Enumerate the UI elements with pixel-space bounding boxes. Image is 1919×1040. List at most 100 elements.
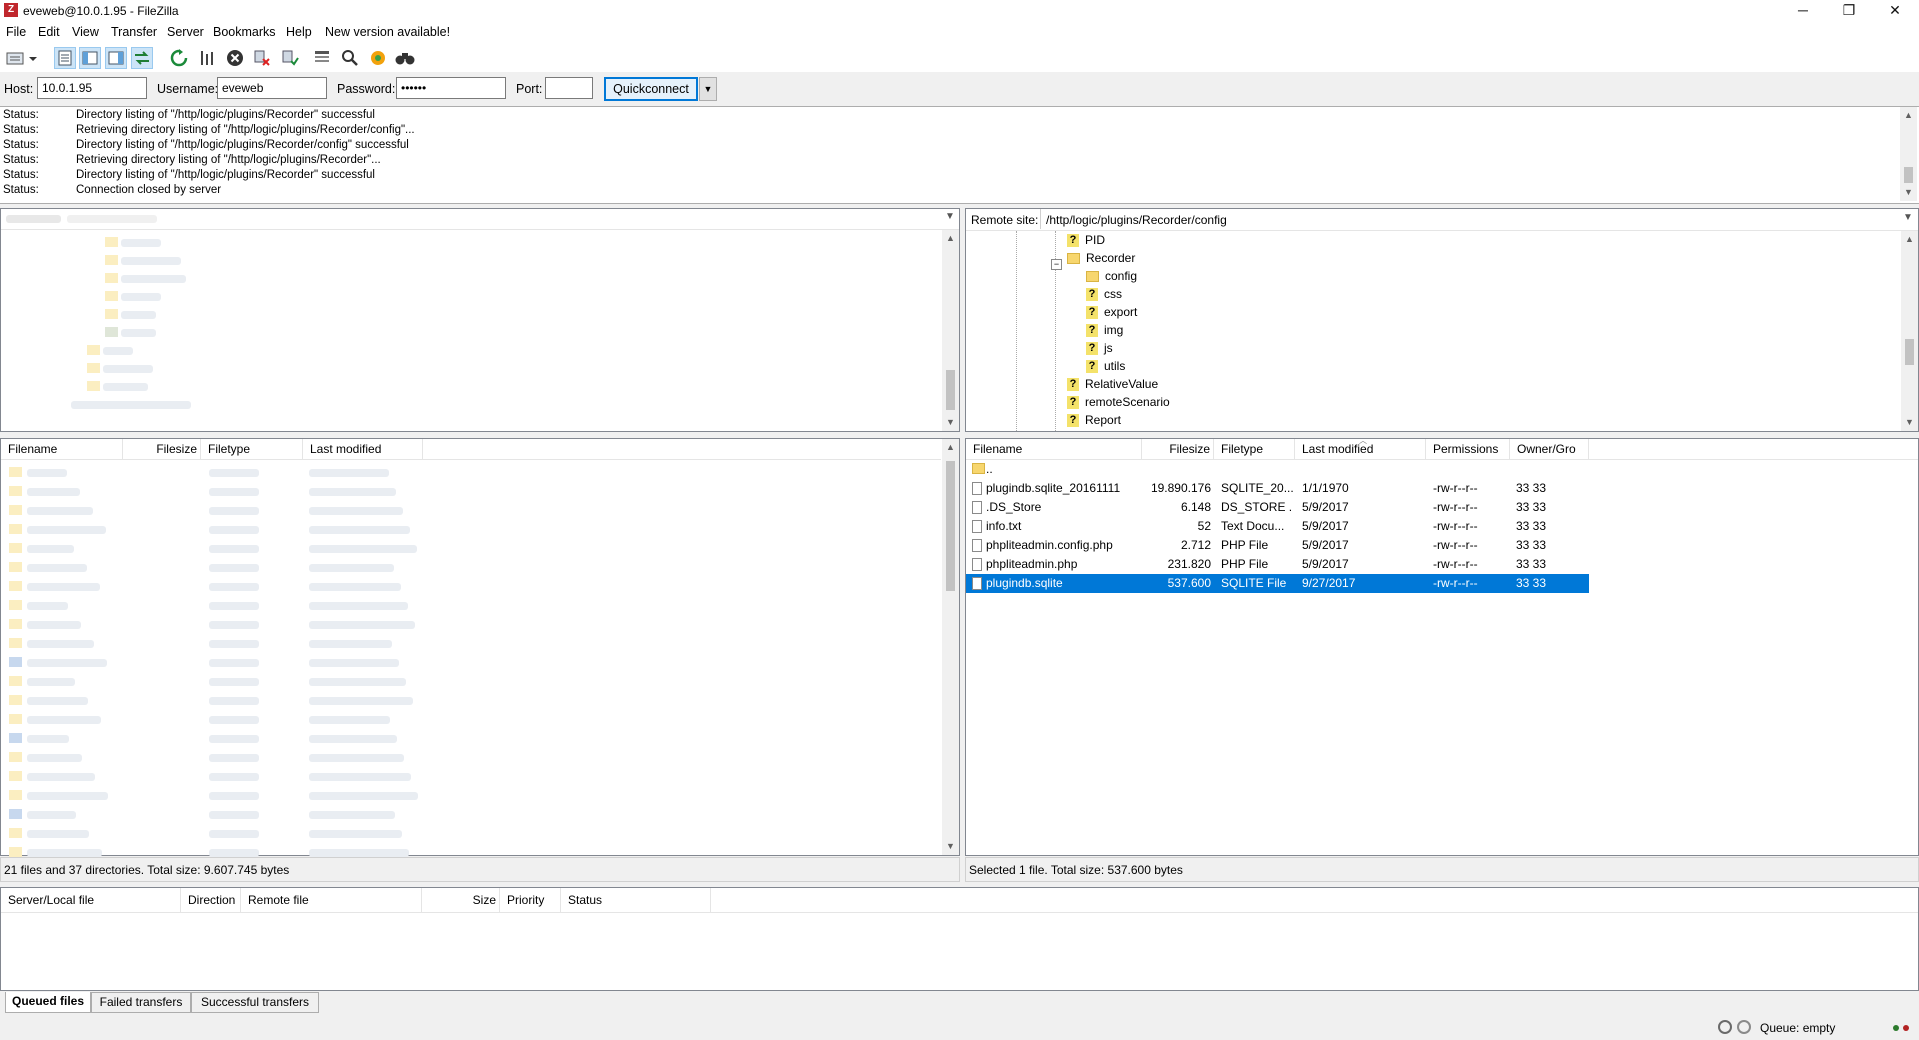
column-header-remote-file[interactable]: Remote file bbox=[241, 888, 422, 912]
port-input[interactable] bbox=[545, 77, 593, 99]
tree-item[interactable]: ? Report bbox=[1067, 411, 1121, 430]
menu-help[interactable]: Help bbox=[286, 25, 312, 39]
host-input[interactable] bbox=[37, 77, 147, 99]
file-row[interactable]: .. bbox=[966, 460, 1589, 479]
column-header-size[interactable]: Size bbox=[422, 888, 500, 912]
menu-edit[interactable]: Edit bbox=[38, 25, 60, 39]
menu-new-version[interactable]: New version available! bbox=[325, 25, 450, 39]
scroll-up-icon[interactable]: ▲ bbox=[942, 230, 959, 247]
column-header-filename[interactable]: Filename bbox=[1, 439, 123, 459]
tab-successful-transfers[interactable]: Successful transfers bbox=[191, 992, 319, 1013]
column-header-status[interactable]: Status bbox=[561, 888, 711, 912]
blurred-text bbox=[27, 792, 108, 800]
column-header-priority[interactable]: Priority bbox=[500, 888, 561, 912]
file-perms: -rw-r--r-- bbox=[1433, 538, 1478, 552]
chevron-down-icon[interactable]: ▼ bbox=[1903, 212, 1913, 223]
toggle-remote-tree-icon[interactable] bbox=[105, 47, 127, 69]
column-header-last-modified[interactable]: Last modified bbox=[303, 439, 423, 459]
tree-item[interactable]: ? utils bbox=[1086, 357, 1125, 376]
file-row[interactable]: phpliteadmin.php 231.820 PHP File 5/9/2017 -… bbox=[966, 555, 1589, 574]
remote-tree-scrollbar[interactable]: ▲ ▼ bbox=[1901, 231, 1918, 431]
scroll-down-icon[interactable]: ▼ bbox=[942, 414, 959, 431]
password-input[interactable] bbox=[396, 77, 506, 99]
local-file-scrollbar[interactable]: ▲ ▼ bbox=[942, 439, 959, 855]
remote-tree-pane[interactable]: Remote site: /http/logic/plugins/Recorde… bbox=[965, 208, 1919, 432]
local-tree-pane[interactable]: ▼ ▲ ▼ bbox=[0, 208, 960, 432]
restore-button[interactable]: ❐ bbox=[1826, 0, 1872, 22]
file-row[interactable]: .DS_Store 6.148 DS_STORE ... 5/9/2017 -rw-r-… bbox=[966, 498, 1589, 517]
search-icon[interactable] bbox=[339, 47, 361, 69]
file-row[interactable]: plugindb.sqlite 537.600 SQLITE File 9/27/20… bbox=[966, 574, 1589, 593]
tree-item[interactable]: ? PID bbox=[1067, 231, 1105, 250]
scroll-down-icon[interactable]: ▼ bbox=[1901, 414, 1918, 431]
tree-item[interactable]: ? export bbox=[1086, 303, 1137, 322]
tree-item[interactable]: ? js bbox=[1086, 339, 1113, 358]
remote-file-list[interactable]: Filename Filesize Filetype Last modified… bbox=[965, 436, 1919, 856]
quickconnect-button[interactable]: Quickconnect bbox=[604, 77, 698, 101]
file-type: PHP File bbox=[1221, 557, 1269, 571]
scroll-up-icon[interactable]: ▲ bbox=[942, 439, 959, 456]
menu-bookmarks[interactable]: Bookmarks bbox=[213, 25, 276, 39]
tree-item[interactable]: config bbox=[1086, 267, 1137, 286]
chevron-down-icon[interactable]: ▼ bbox=[945, 211, 955, 222]
disconnect-icon[interactable] bbox=[251, 47, 273, 69]
column-header-filename[interactable]: Filename bbox=[966, 439, 1142, 459]
column-header-owner-group[interactable]: Owner/Gro bbox=[1510, 439, 1589, 459]
scroll-up-icon[interactable]: ▲ bbox=[1901, 231, 1918, 248]
scroll-down-icon[interactable]: ▼ bbox=[1900, 184, 1917, 201]
reconnect-icon[interactable] bbox=[279, 47, 301, 69]
tab-failed-transfers[interactable]: Failed transfers bbox=[91, 992, 191, 1013]
column-header-direction[interactable]: Direction bbox=[181, 888, 241, 912]
menu-view[interactable]: View bbox=[72, 25, 99, 39]
site-manager-icon[interactable] bbox=[4, 47, 40, 69]
scroll-thumb[interactable] bbox=[946, 370, 955, 410]
quickconnect-dropdown-button[interactable]: ▼ bbox=[699, 77, 717, 101]
binoculars-icon[interactable] bbox=[394, 47, 416, 69]
column-header-filetype[interactable]: Filetype bbox=[201, 439, 303, 459]
file-row[interactable]: phpliteadmin.config.php 2.712 PHP File 5/9/… bbox=[966, 536, 1589, 555]
local-status-text: 21 files and 37 directories. Total size:… bbox=[4, 863, 290, 877]
menu-transfer[interactable]: Transfer bbox=[111, 25, 157, 39]
toggle-message-log-icon[interactable] bbox=[54, 47, 76, 69]
tree-item[interactable]: ? remoteScenario bbox=[1067, 393, 1170, 412]
menu-server[interactable]: Server bbox=[167, 25, 204, 39]
minimize-button[interactable]: ─ bbox=[1780, 0, 1826, 22]
file-row[interactable]: info.txt 52 Text Docu... 5/9/2017 -rw-r--r--… bbox=[966, 517, 1589, 536]
scroll-thumb[interactable] bbox=[1904, 167, 1913, 183]
toggle-transfer-queue-icon[interactable] bbox=[131, 47, 153, 69]
collapse-icon[interactable]: − bbox=[1051, 259, 1062, 270]
column-header-filesize[interactable]: Filesize bbox=[123, 439, 201, 459]
column-header-filetype[interactable]: Filetype bbox=[1214, 439, 1295, 459]
scroll-down-icon[interactable]: ▼ bbox=[942, 838, 959, 855]
scroll-thumb[interactable] bbox=[1905, 339, 1914, 365]
remote-site-input[interactable]: /http/logic/plugins/Recorder/config ▼ bbox=[1040, 209, 1917, 229]
toggle-local-tree-icon[interactable] bbox=[79, 47, 101, 69]
column-header-filesize[interactable]: Filesize bbox=[1142, 439, 1214, 459]
refresh-icon[interactable] bbox=[168, 47, 190, 69]
username-input[interactable] bbox=[217, 77, 327, 99]
synchronized-browsing-icon[interactable] bbox=[367, 47, 389, 69]
column-header-permissions[interactable]: Permissions bbox=[1426, 439, 1510, 459]
transfer-queue[interactable]: Server/Local file Direction Remote file … bbox=[0, 887, 1919, 991]
local-file-list[interactable]: Filename Filesize Filetype Last modified… bbox=[0, 438, 960, 857]
file-row[interactable]: plugindb.sqlite_20161111 19.890.176 SQLITE… bbox=[966, 479, 1589, 498]
file-perms: -rw-r--r-- bbox=[1433, 557, 1478, 571]
tree-item[interactable]: ? css bbox=[1086, 285, 1122, 304]
tree-item[interactable]: ? RelativeValue bbox=[1067, 375, 1158, 394]
scroll-thumb[interactable] bbox=[946, 461, 955, 591]
quickconnect-bar: Host: Username: Password: Port: Quickcon… bbox=[0, 72, 1919, 106]
tree-item[interactable]: ? img bbox=[1086, 321, 1123, 340]
speed-limit-icon[interactable] bbox=[1737, 1020, 1751, 1034]
local-tree-scrollbar[interactable]: ▲ ▼ bbox=[942, 230, 959, 431]
tab-queued-files[interactable]: Queued files bbox=[5, 992, 91, 1013]
process-queue-icon[interactable] bbox=[196, 47, 218, 69]
speed-limit-icon[interactable] bbox=[1718, 1020, 1732, 1034]
menu-file[interactable]: File bbox=[6, 25, 26, 39]
directory-filter-icon[interactable] bbox=[311, 47, 333, 69]
tree-item[interactable]: Recorder bbox=[1067, 249, 1135, 268]
column-header-server-local-file[interactable]: Server/Local file bbox=[1, 888, 181, 912]
log-scrollbar[interactable]: ▲ ▼ bbox=[1900, 107, 1917, 201]
scroll-up-icon[interactable]: ▲ bbox=[1900, 107, 1917, 124]
close-button[interactable]: ✕ bbox=[1872, 0, 1918, 22]
cancel-operation-icon[interactable] bbox=[224, 47, 246, 69]
